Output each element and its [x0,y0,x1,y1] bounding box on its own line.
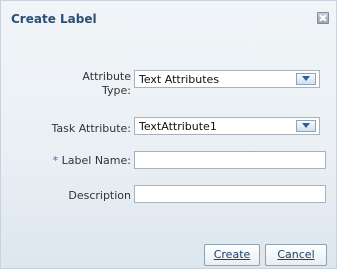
task-attribute-value: TextAttribute1 [139,120,217,133]
task-attribute-label: Task Attribute: [51,122,131,135]
attribute-type-label-line2: Type: [102,84,131,97]
label-name-input[interactable] [134,151,326,169]
description-input[interactable] [134,185,326,203]
required-marker: * [52,154,59,167]
chevron-down-icon[interactable] [296,120,316,132]
description-label: Description [68,189,131,202]
close-icon[interactable] [317,12,329,24]
create-button[interactable]: Create [204,244,260,266]
chevron-down-icon[interactable] [296,73,316,85]
label-name-text: Label Name: [61,154,131,167]
task-attribute-select[interactable]: TextAttribute1 [134,117,320,135]
label-name-label: * Label Name: [31,154,131,167]
cancel-button[interactable]: Cancel [265,244,327,266]
attribute-type-value: Text Attributes [139,73,220,86]
dialog-title: Create Label [11,12,97,26]
create-label-dialog: Create Label Attribute Type: Text Attrib… [0,0,337,269]
attribute-type-label: Attribute Type: [71,70,131,98]
attribute-type-select[interactable]: Text Attributes [134,70,320,88]
attribute-type-label-line1: Attribute [82,70,131,83]
